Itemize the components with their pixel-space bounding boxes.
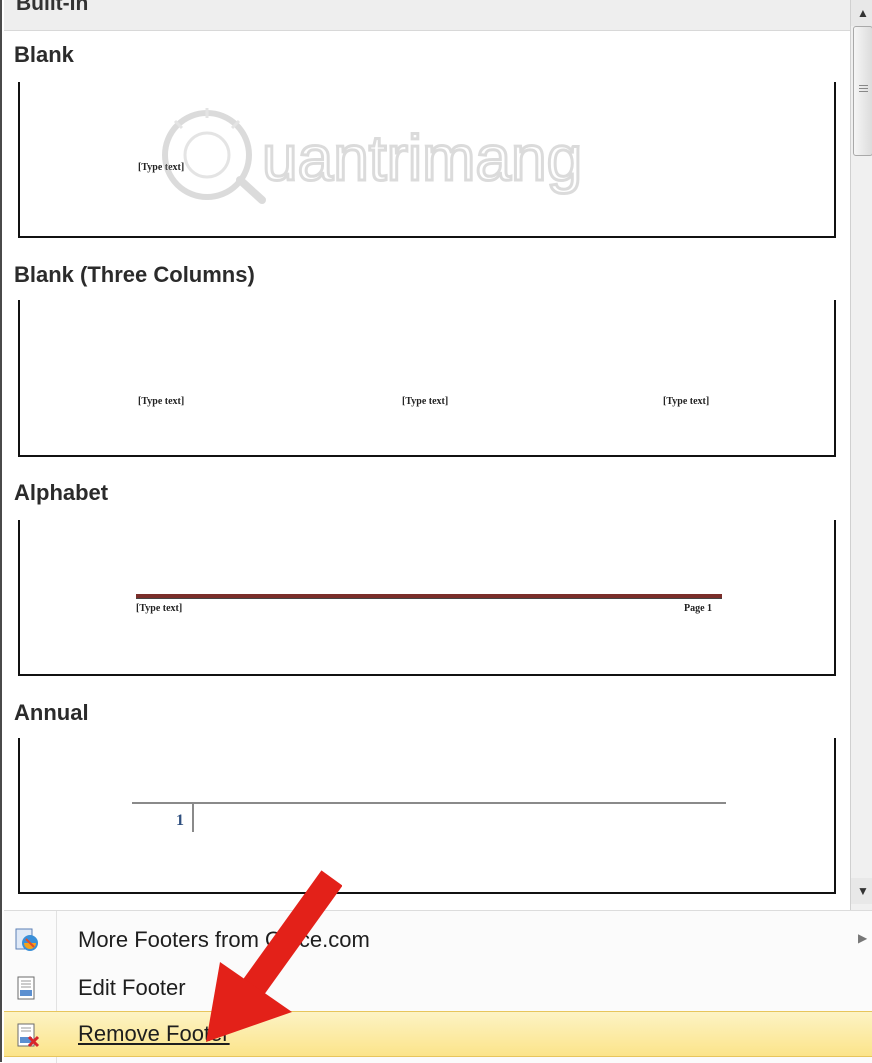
grip-line — [859, 85, 868, 86]
preview-rule — [132, 802, 726, 804]
preview-text: [Type text] — [138, 162, 185, 173]
menu-item-more-footers[interactable]: More Footers from Office.com ▶ — [4, 917, 872, 963]
preview-text-left: [Type text] — [138, 396, 185, 407]
gallery-item-title-blank-three-columns: Blank (Three Columns) — [14, 262, 255, 287]
preview-page-number: Page 1 — [684, 603, 713, 614]
preview-divider — [192, 804, 194, 832]
grip-line — [859, 91, 868, 92]
edit-footer-icon — [17, 976, 35, 1000]
section-header: Built-In — [4, 0, 850, 31]
preview-page-number: 1 — [176, 812, 184, 829]
menu-item-edit-footer[interactable]: Edit Footer — [4, 965, 872, 1011]
preview-text-right: [Type text] — [663, 396, 710, 407]
preview-text-center: [Type text] — [402, 396, 449, 407]
preview-rule — [136, 594, 722, 599]
gallery-item-alphabet[interactable]: [Type text] Page 1 — [18, 520, 836, 676]
gallery-item-title-blank: Blank — [14, 42, 74, 67]
office-globe-icon — [15, 928, 38, 951]
footer-menu: More Footers from Office.com ▶ Edit Foot… — [4, 910, 872, 1063]
menu-item-label: More Footers from Office.com — [78, 927, 370, 952]
menu-item-label: Remove Footer — [78, 1021, 230, 1047]
scroll-up-button[interactable]: ▲ — [851, 0, 872, 26]
gallery-item-blank-three-columns[interactable]: [Type text] [Type text] [Type text] — [18, 300, 836, 457]
preview-text-left: [Type text] — [136, 603, 183, 614]
remove-footer-icon — [17, 1023, 40, 1048]
gallery-item-title-annual: Annual — [14, 700, 89, 725]
menu-item-label-text: Remove Footer — [78, 1021, 230, 1046]
section-header-label: Built-In — [16, 0, 89, 15]
menu-item-remove-footer[interactable]: Remove Footer — [4, 1011, 872, 1057]
scroll-down-button[interactable]: ▼ — [851, 878, 872, 904]
menu-item-label: Edit Footer — [78, 975, 186, 1000]
submenu-arrow-icon: ▶ — [858, 931, 868, 945]
gallery-item-title-alphabet: Alphabet — [14, 480, 109, 505]
grip-line — [859, 88, 868, 89]
footer-gallery-panel: Built-In Blank [Type text] uantrimang Bl… — [0, 0, 872, 1063]
scroll-thumb[interactable] — [853, 26, 872, 156]
gallery-item-blank[interactable]: [Type text] — [18, 82, 836, 238]
vertical-scrollbar[interactable]: ▲ ▼ — [850, 0, 872, 910]
gallery-item-annual[interactable]: 1 — [18, 738, 836, 894]
